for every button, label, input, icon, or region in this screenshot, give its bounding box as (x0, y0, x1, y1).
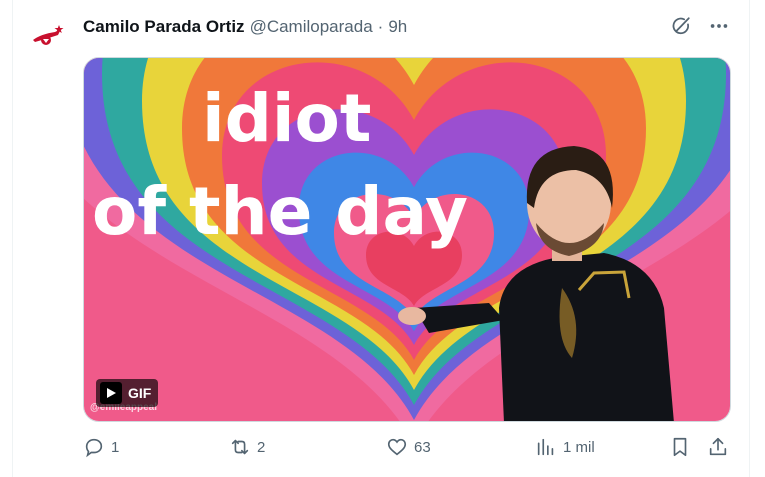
like-button[interactable]: 63 (386, 436, 431, 458)
repost-icon[interactable] (229, 436, 251, 458)
gif-badge[interactable]: GIF (96, 379, 159, 407)
repost-button[interactable]: 2 (229, 436, 265, 458)
avatar[interactable] (25, 14, 69, 58)
repost-count: 2 (257, 438, 266, 456)
like-icon[interactable] (386, 436, 408, 458)
share-button[interactable] (707, 436, 729, 458)
share-icon[interactable] (707, 436, 729, 458)
play-icon[interactable] (100, 382, 122, 404)
header-actions (669, 14, 731, 38)
reply-button[interactable]: 1 (83, 436, 119, 458)
reply-icon[interactable] (83, 436, 105, 458)
gif-badge-label: GIF (128, 385, 152, 401)
like-count: 63 (414, 438, 431, 456)
gif-media[interactable]: idiot of the day @emileappeal GIF (83, 57, 731, 422)
author-name[interactable]: Camilo Parada Ortiz (83, 17, 245, 37)
author-handle[interactable]: @Camiloparada (250, 17, 373, 37)
bookmark-icon[interactable] (669, 436, 691, 458)
views-count: 1 mil (563, 438, 595, 456)
timestamp[interactable]: 9h (388, 17, 407, 37)
gif-caption-line1: idiot (202, 80, 371, 157)
tweet-header: Camilo Parada Ortiz @Camiloparada · 9h (83, 15, 407, 39)
grok-icon[interactable] (669, 14, 693, 38)
separator-dot: · (377, 17, 384, 36)
views-icon[interactable] (535, 436, 557, 458)
more-icon[interactable] (707, 14, 731, 38)
tweet-actions: 1 2 63 1 mil (83, 436, 731, 464)
gif-caption-line2: of the day (92, 173, 468, 250)
reply-count: 1 (111, 438, 120, 456)
tweet[interactable]: Camilo Parada Ortiz @Camiloparada · 9h i… (12, 0, 750, 477)
bookmark-button[interactable] (669, 436, 691, 458)
views-button[interactable]: 1 mil (535, 436, 595, 458)
